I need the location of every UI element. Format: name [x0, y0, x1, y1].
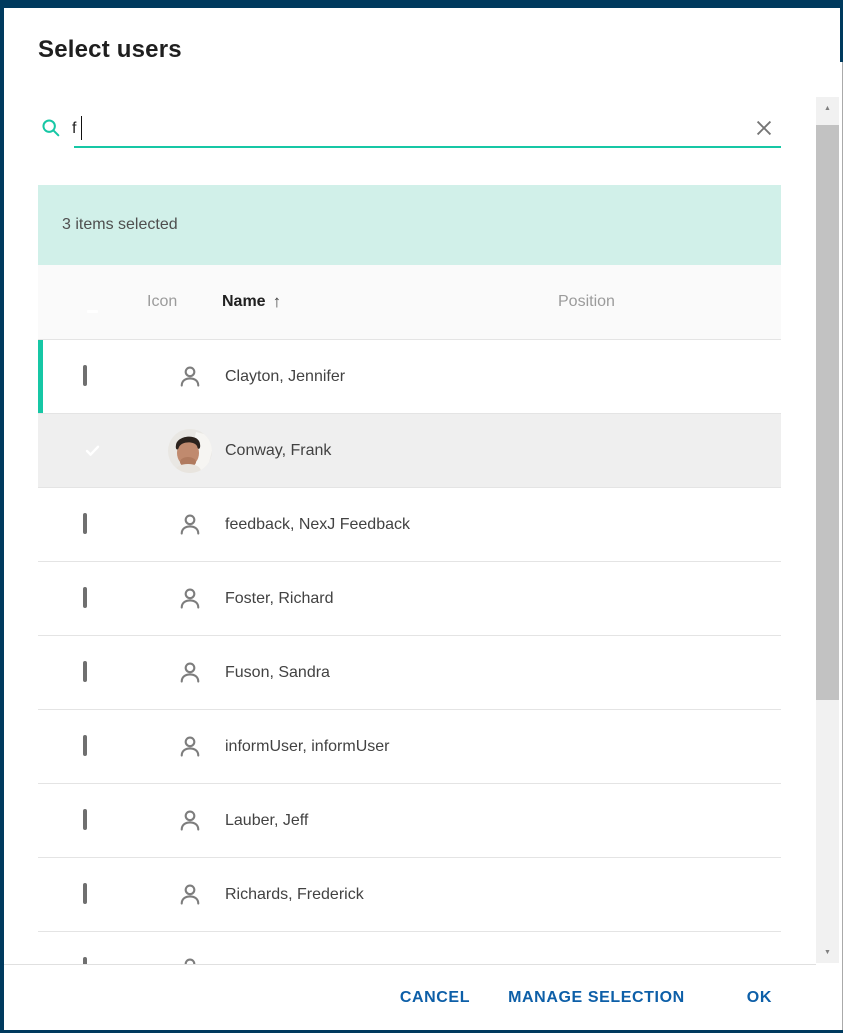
dialog-footer: CANCEL MANAGE SELECTION OK — [4, 965, 816, 1030]
scrollbar-thumb[interactable] — [816, 125, 839, 700]
column-header-name[interactable]: Name ↑ — [222, 292, 281, 312]
column-header-position[interactable]: Position — [558, 293, 615, 311]
scroll-up-arrow-icon[interactable]: ▲ — [816, 97, 839, 119]
row-name: Lauber, Jeff — [225, 812, 308, 830]
table-row[interactable]: Fuson, Sandra — [38, 636, 781, 710]
unchecked-checkbox-icon — [83, 809, 87, 830]
table-row[interactable]: Lauber, Jeff — [38, 784, 781, 858]
person-icon — [168, 503, 212, 547]
page-scrollbar[interactable]: ▲ ▼ — [816, 97, 839, 963]
select-users-dialog: Select users 3 items selected Icon Name … — [0, 0, 843, 1033]
cancel-button[interactable]: CANCEL — [398, 981, 472, 1015]
row-checkbox[interactable] — [83, 589, 87, 607]
window-border-top — [0, 0, 843, 8]
unchecked-checkbox-icon — [83, 957, 87, 964]
row-name: Conway, Frank — [225, 442, 331, 460]
table-row[interactable]: Foster, Richard — [38, 562, 781, 636]
table-row[interactable]: feedback, NexJ Feedback — [38, 488, 781, 562]
window-border-left — [0, 0, 4, 1033]
unchecked-checkbox-icon — [83, 513, 87, 534]
search-underline — [74, 146, 781, 148]
scroll-down-arrow-icon[interactable]: ▼ — [816, 941, 839, 963]
user-list: Clayton, Jennifer Conway, Frank feedback… — [38, 340, 781, 964]
dialog-title: Select users — [38, 36, 182, 64]
row-checkbox[interactable] — [83, 663, 87, 681]
person-icon — [168, 651, 212, 695]
selection-count-banner: 3 items selected — [38, 185, 781, 265]
row-name: Foster, Richard — [225, 590, 333, 608]
person-icon — [168, 725, 212, 769]
search-field — [38, 110, 781, 150]
row-checkbox[interactable] — [83, 811, 87, 829]
search-input[interactable] — [72, 116, 752, 142]
row-name: feedback, NexJ Feedback — [225, 516, 410, 534]
unchecked-checkbox-icon — [83, 735, 87, 756]
person-icon — [168, 799, 212, 843]
row-name: informUser, informUser — [225, 738, 389, 756]
ok-button[interactable]: OK — [745, 981, 774, 1015]
text-caret — [81, 116, 82, 140]
unchecked-checkbox-icon — [83, 587, 87, 608]
manage-selection-button[interactable]: MANAGE SELECTION — [506, 981, 687, 1015]
search-icon — [40, 117, 62, 139]
person-icon — [168, 355, 212, 399]
row-name: Richards, Frederick — [225, 886, 364, 904]
unchecked-checkbox-icon — [83, 883, 87, 904]
row-checkbox[interactable] — [83, 367, 87, 385]
table-row[interactable]: Conway, Frank — [38, 414, 781, 488]
unchecked-checkbox-icon — [83, 661, 87, 682]
unchecked-checkbox-icon — [83, 365, 87, 386]
row-name: Clayton, Jennifer — [225, 368, 345, 386]
selection-count-text: 3 items selected — [62, 216, 178, 234]
row-checkbox[interactable] — [83, 737, 87, 755]
table-row[interactable]: Richards, Frederick — [38, 858, 781, 932]
sort-ascending-icon: ↑ — [273, 292, 282, 312]
avatar — [168, 429, 212, 473]
row-checkbox[interactable] — [83, 885, 87, 903]
person-icon — [168, 947, 212, 965]
row-checkbox[interactable] — [83, 515, 87, 533]
table-row[interactable]: Clayton, Jennifer — [38, 340, 781, 414]
table-row[interactable]: informUser, informUser — [38, 710, 781, 784]
column-header-icon[interactable]: Icon — [147, 293, 177, 311]
person-icon — [168, 577, 212, 621]
table-header: Icon Name ↑ Position — [38, 265, 781, 340]
row-name: Fuson, Sandra — [225, 664, 330, 682]
table-row[interactable] — [38, 932, 781, 964]
close-icon[interactable] — [753, 117, 775, 139]
person-icon — [168, 873, 212, 917]
